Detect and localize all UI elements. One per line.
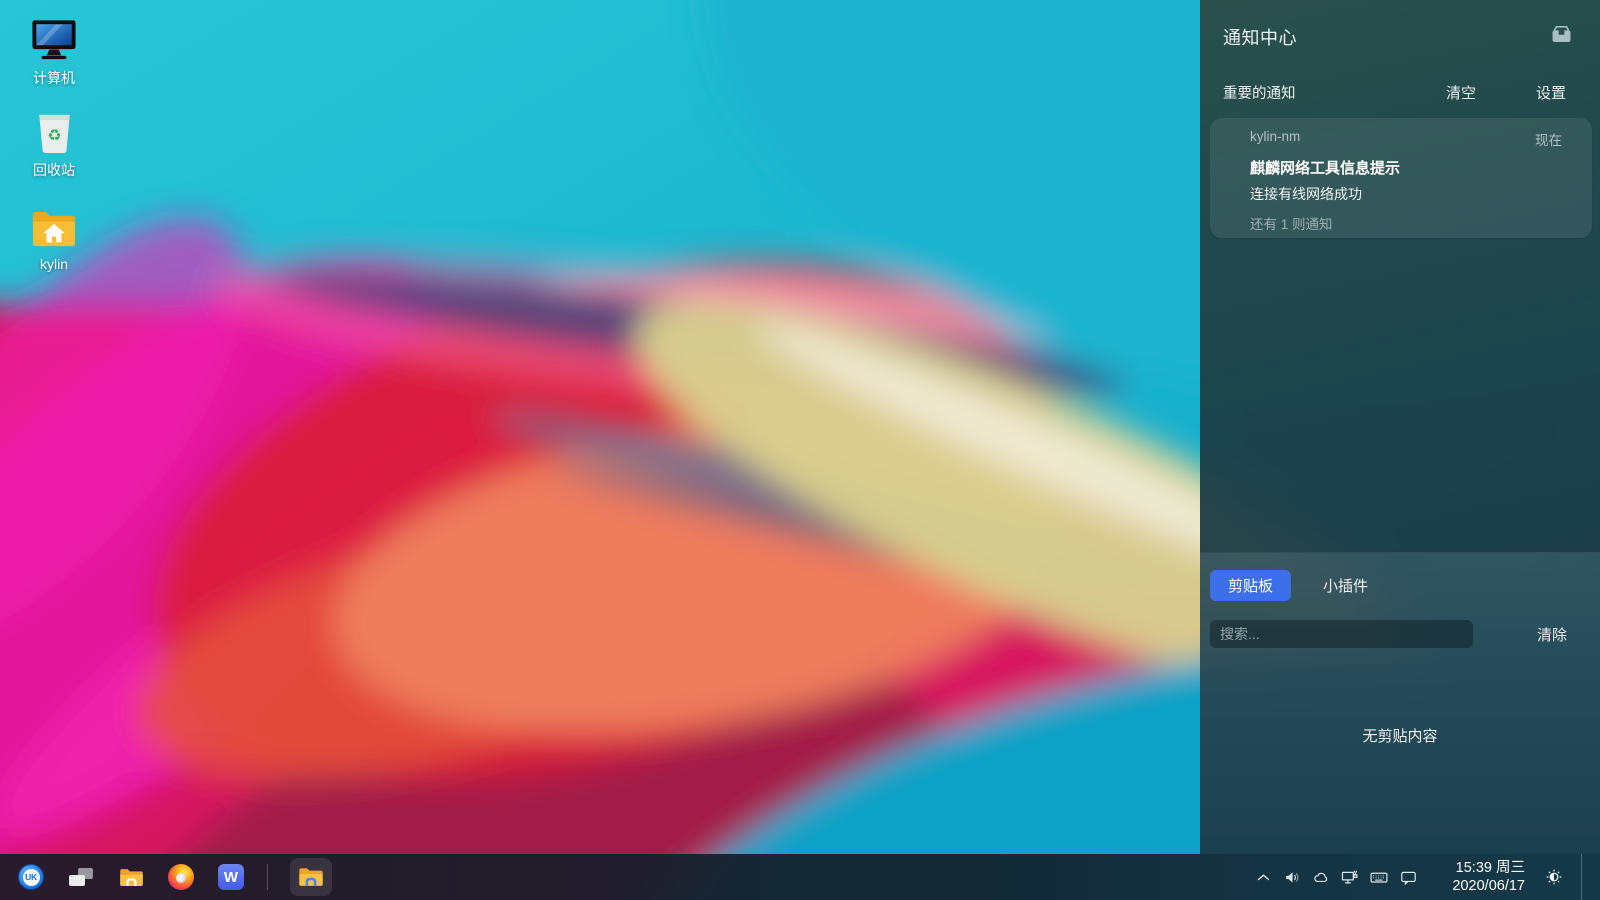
wps-office-button[interactable]: W — [217, 863, 245, 891]
recycle-bin-icon: ♻ — [0, 108, 108, 154]
clock-date: 2020/06/17 — [1441, 877, 1525, 895]
desktop-icon-label: 回收站 — [0, 160, 108, 180]
clear-all-button[interactable]: 清空 — [1446, 82, 1476, 103]
tab-clipboard[interactable]: 剪贴板 — [1210, 570, 1291, 601]
svg-text:♻: ♻ — [47, 125, 61, 144]
notification-section: 通知中心 重要的通知 清空 设置 kylin-nm 现在 — [1200, 0, 1600, 553]
clock[interactable]: 15:39 周三 2020/06/17 — [1441, 859, 1525, 895]
computer-icon — [0, 16, 108, 62]
desktop: 计算机 ♻ 回收站 kylin 通知中心 — [0, 0, 1600, 900]
clear-clipboard-button[interactable]: 清除 — [1537, 624, 1567, 645]
notification-body: 连接有线网络成功 — [1250, 184, 1562, 204]
notification-more-count: 还有 1 则通知 — [1250, 213, 1562, 233]
taskbar: UK W — [0, 854, 1600, 900]
start-menu-button[interactable]: UK — [17, 863, 45, 891]
notification-card[interactable]: kylin-nm 现在 麒麟网络工具信息提示 连接有线网络成功 还有 1 则通知 — [1210, 118, 1592, 238]
notification-center-panel: 通知中心 重要的通知 清空 设置 kylin-nm 现在 — [1200, 0, 1600, 854]
settings-button[interactable]: 设置 — [1536, 82, 1566, 103]
night-mode-icon[interactable] — [1544, 867, 1564, 887]
tray-expand-chevron-icon[interactable] — [1253, 867, 1273, 887]
wired-network-icon[interactable] — [1340, 867, 1360, 887]
home-folder-icon — [0, 204, 108, 250]
important-notifications-title: 重要的通知 — [1223, 82, 1446, 103]
search-input[interactable] — [1210, 620, 1473, 648]
notification-time: 现在 — [1535, 129, 1562, 149]
desktop-icon-recycle-bin[interactable]: ♻ 回收站 — [0, 108, 108, 180]
task-view-button[interactable] — [67, 863, 95, 891]
volume-icon[interactable] — [1282, 867, 1302, 887]
folder-icon — [118, 864, 145, 891]
file-manager-button[interactable] — [117, 863, 145, 891]
firefox-button[interactable] — [167, 863, 195, 891]
empty-clipboard-text: 无剪贴内容 — [1200, 725, 1600, 746]
firefox-icon — [168, 864, 194, 890]
folder-open-icon — [297, 863, 325, 891]
clipboard-section: 剪贴板 小插件 清除 无剪贴内容 — [1200, 552, 1600, 854]
wps-icon: W — [218, 864, 244, 890]
taskbar-separator — [267, 864, 268, 890]
desktop-icon-home-folder[interactable]: kylin — [0, 204, 108, 272]
messages-icon[interactable] — [1398, 867, 1418, 887]
inbox-collapse-icon[interactable] — [1549, 22, 1574, 52]
task-view-icon — [69, 868, 93, 886]
file-manager-active-window[interactable] — [290, 858, 332, 896]
panel-title: 通知中心 — [1223, 24, 1549, 50]
keyboard-icon[interactable] — [1369, 867, 1389, 887]
tab-widgets[interactable]: 小插件 — [1305, 570, 1386, 601]
desktop-icon-label: 计算机 — [0, 68, 108, 88]
desktop-icon-computer[interactable]: 计算机 — [0, 16, 108, 88]
notification-title: 麒麟网络工具信息提示 — [1250, 157, 1562, 178]
show-desktop-button[interactable] — [1591, 854, 1600, 900]
cloud-icon[interactable] — [1311, 867, 1331, 887]
desktop-icon-label: kylin — [0, 256, 108, 272]
notification-app-name: kylin-nm — [1250, 129, 1535, 149]
clipboard-tabs: 剪贴板 小插件 — [1210, 570, 1386, 601]
ukui-logo-icon: UK — [18, 864, 44, 890]
show-desktop-separator — [1581, 854, 1582, 900]
clock-time: 15:39 周三 — [1441, 859, 1525, 877]
